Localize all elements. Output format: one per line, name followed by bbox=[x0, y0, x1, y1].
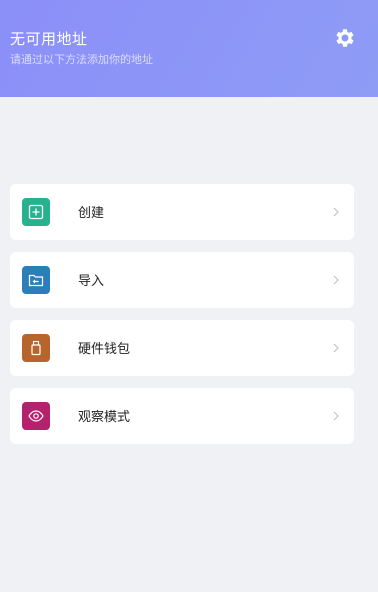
hardware-wallet-label: 硬件钱包 bbox=[78, 342, 131, 357]
usb-stick-icon bbox=[31, 340, 41, 356]
chevron-right-icon bbox=[333, 411, 339, 421]
settings-button[interactable] bbox=[333, 26, 357, 50]
import-item[interactable]: 导入 bbox=[10, 252, 354, 308]
watch-mode-item[interactable]: 观察模式 bbox=[10, 388, 354, 444]
header: 无可用地址 请通过以下方法添加你的地址 bbox=[0, 0, 378, 97]
header-title: 无可用地址 bbox=[10, 30, 88, 48]
eye-icon bbox=[28, 410, 44, 422]
hardware-wallet-item[interactable]: 硬件钱包 bbox=[10, 320, 354, 376]
watch-mode-label: 观察模式 bbox=[78, 410, 131, 425]
import-icon-box bbox=[22, 266, 50, 294]
gear-icon bbox=[336, 29, 354, 47]
chevron-right-icon bbox=[333, 207, 339, 217]
hardware-wallet-icon-box bbox=[22, 334, 50, 362]
header-subtitle: 请通过以下方法添加你的地址 bbox=[10, 53, 153, 66]
folder-import-icon bbox=[28, 274, 44, 287]
create-icon-box bbox=[22, 198, 50, 226]
create-item[interactable]: 创建 bbox=[10, 184, 354, 240]
watch-mode-icon-box bbox=[22, 402, 50, 430]
chevron-right-icon bbox=[333, 343, 339, 353]
plus-square-icon bbox=[28, 204, 44, 220]
chevron-right-icon bbox=[333, 275, 339, 285]
create-label: 创建 bbox=[78, 206, 105, 221]
import-label: 导入 bbox=[78, 274, 105, 289]
